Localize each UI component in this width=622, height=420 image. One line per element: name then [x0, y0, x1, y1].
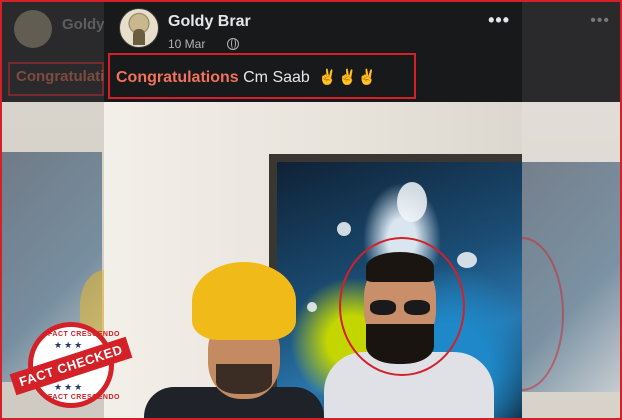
screenshot-frame: Goldy Congratulations ••• Goldy Brar 10 … [0, 0, 622, 420]
facebook-post: Goldy Brar 10 Mar ••• Congratulations Cm… [104, 2, 522, 418]
author-name[interactable]: Goldy Brar [168, 13, 251, 31]
fact-checked-stamp: FACT CRESCENDO ★★★ FACT CHECKED ★★★ FACT… [9, 322, 133, 414]
post-header: Goldy Brar 10 Mar ••• Congratulations Cm… [104, 2, 522, 102]
stamp-stars-bottom: ★★★ [54, 382, 85, 392]
blurred-right-background: ••• [520, 2, 620, 418]
blurred-caption: Congratulations [16, 68, 104, 85]
caption-rest: Cm Saab [243, 69, 310, 86]
victory-hand-emoji: ✌✌✌ [318, 69, 378, 86]
yellow-turban [192, 262, 296, 340]
caption-highlight-word: Congratulations [116, 69, 239, 86]
red-circle-annotation [339, 237, 465, 376]
stamp-top-text: FACT CRESCENDO [48, 331, 120, 338]
post-photo[interactable] [104, 102, 522, 418]
post-caption: Congratulations Cm Saab ✌✌✌ [116, 68, 377, 87]
stamp-bottom-text: FACT CRESCENDO [48, 394, 120, 401]
globe-icon [227, 38, 239, 50]
man-left-beard [216, 364, 272, 394]
stamp-stars-top: ★★★ [54, 340, 85, 350]
post-date[interactable]: 10 Mar [168, 37, 205, 51]
more-options-icon[interactable]: ••• [488, 10, 510, 31]
blurred-more-icon: ••• [590, 12, 610, 29]
blurred-author-name: Goldy [62, 16, 104, 33]
blurred-avatar [14, 10, 52, 48]
author-avatar[interactable] [119, 8, 159, 48]
